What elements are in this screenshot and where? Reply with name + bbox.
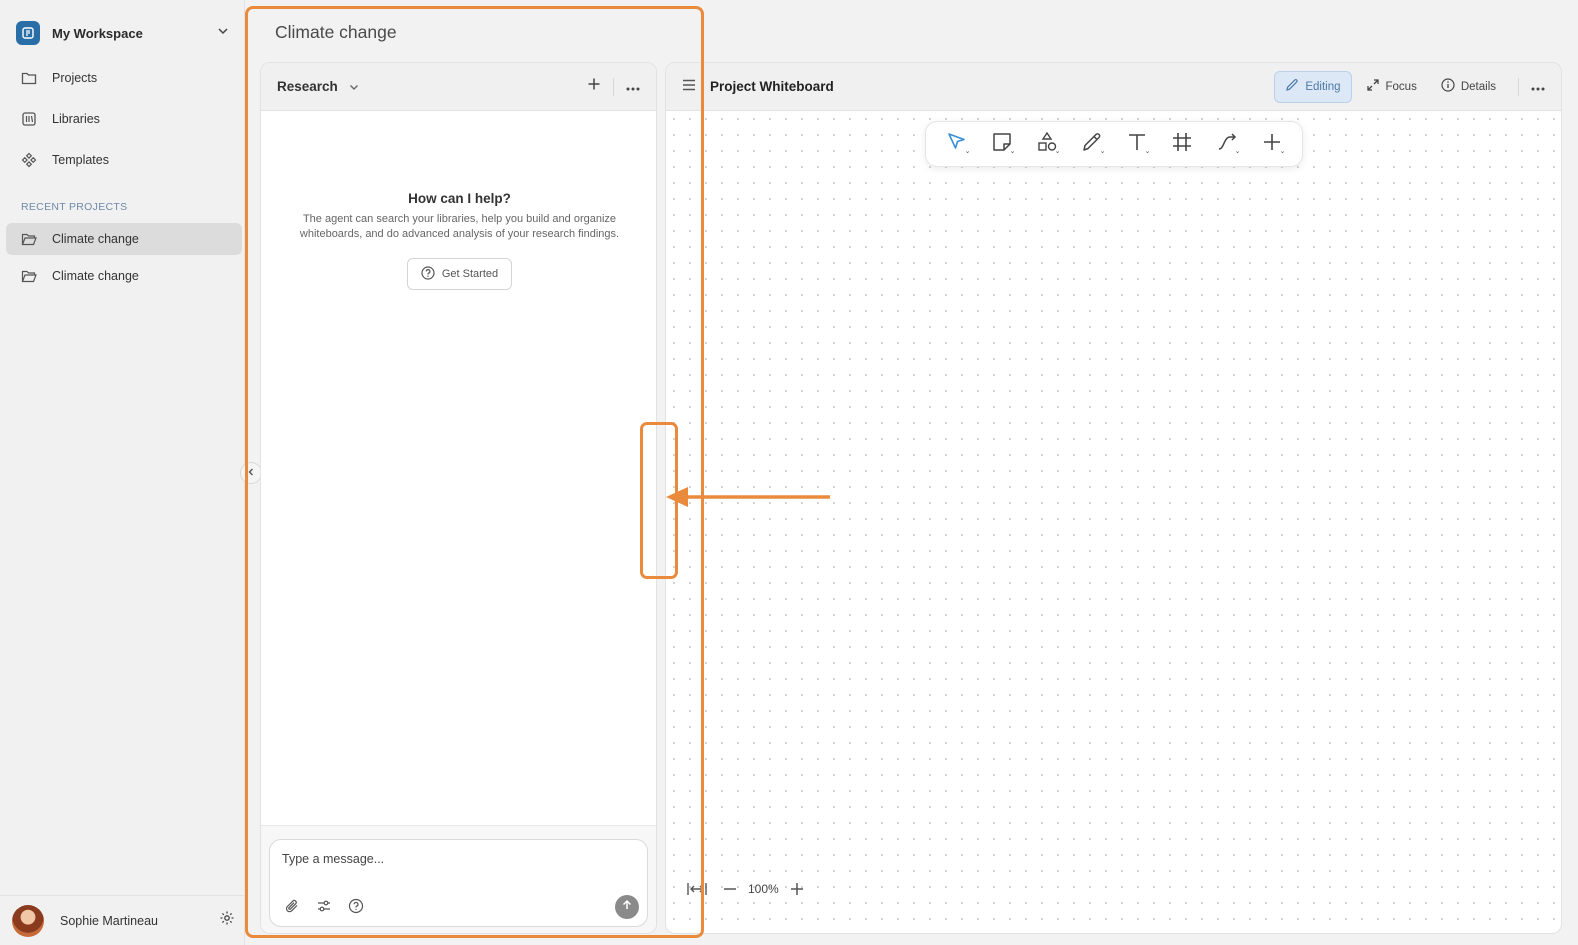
add-tool[interactable]: ⌄ — [1254, 126, 1290, 162]
whiteboard-panel: Project Whiteboard Editing Focus Details — [665, 62, 1562, 934]
zoom-in-icon[interactable] — [789, 881, 805, 897]
shapes-tool[interactable]: ⌄ — [1029, 126, 1065, 162]
research-panel: Research How can I help? The agent can s… — [260, 62, 657, 934]
chevron-down-icon[interactable] — [348, 81, 360, 93]
help-circle-icon[interactable] — [346, 896, 366, 916]
folder-open-icon — [20, 230, 38, 248]
chevron-down-icon: ⌄ — [1099, 148, 1106, 155]
details-label: Details — [1460, 80, 1496, 93]
info-icon — [1441, 78, 1455, 95]
help-description: The agent can search your libraries, hel… — [299, 213, 620, 240]
chevron-down-icon: ⌄ — [1279, 148, 1286, 155]
sidebar-item-label: Projects — [52, 71, 98, 85]
focus-button[interactable]: Focus — [1356, 71, 1427, 103]
question-circle-icon — [421, 265, 435, 283]
sidebar-item-label: Libraries — [52, 112, 100, 126]
zoom-level: 100% — [748, 882, 779, 896]
help-title: How can I help? — [408, 191, 511, 206]
text-tool[interactable]: ⌄ — [1119, 126, 1155, 162]
sidebar-item-projects[interactable]: Projects — [6, 62, 242, 94]
focus-label: Focus — [1385, 80, 1417, 93]
workspace-switcher[interactable]: My Workspace — [16, 20, 230, 46]
library-icon — [20, 110, 38, 128]
research-panel-header: Research — [261, 63, 656, 111]
message-composer — [269, 839, 648, 927]
pencil-icon — [1285, 78, 1299, 95]
chevron-down-icon: ⌄ — [964, 148, 971, 155]
whiteboard-canvas[interactable]: ⌄ ⌄ ⌄ ⌄ ⌄ ⌄ ⌄ 100% — [666, 111, 1561, 933]
chevron-down-icon: ⌄ — [1009, 148, 1016, 155]
folder-icon — [20, 69, 38, 87]
user-name: Sophie Martineau — [60, 913, 158, 928]
recent-projects-heading: RECENT PROJECTS — [21, 201, 128, 213]
folder-open-icon — [20, 267, 38, 285]
collapse-sidebar-button[interactable] — [240, 462, 262, 484]
frame-icon — [1171, 131, 1193, 158]
menu-icon[interactable] — [682, 78, 696, 96]
templates-icon — [20, 151, 38, 169]
help-block: How can I help? The agent can search you… — [261, 191, 656, 290]
chevron-down-icon: ⌄ — [1054, 148, 1061, 155]
expand-icon — [1366, 78, 1380, 95]
divider — [1518, 77, 1519, 96]
chevron-down-icon[interactable] — [216, 24, 230, 43]
page-title: Climate change — [275, 22, 397, 42]
message-input[interactable] — [282, 852, 622, 866]
editing-button[interactable]: Editing — [1274, 70, 1352, 103]
zoom-out-icon[interactable] — [722, 881, 738, 897]
avatar[interactable] — [12, 904, 44, 937]
gear-icon[interactable] — [219, 910, 235, 931]
chevron-down-icon: ⌄ — [1144, 148, 1151, 155]
select-tool[interactable]: ⌄ — [939, 126, 975, 162]
editing-label: Editing — [1305, 80, 1341, 93]
whiteboard-header: Project Whiteboard Editing Focus Details — [666, 63, 1561, 111]
chevron-down-icon: ⌄ — [1234, 148, 1241, 155]
recent-project-item[interactable]: Climate change — [6, 260, 242, 292]
composer-area — [261, 825, 656, 933]
get-started-label: Get Started — [441, 268, 499, 280]
sidebar-item-libraries[interactable]: Libraries — [6, 103, 242, 135]
fit-to-screen-icon[interactable] — [686, 881, 708, 897]
get-started-button[interactable]: Get Started — [407, 258, 512, 290]
arrow-up-icon — [621, 898, 633, 916]
sidebar-item-label: Climate change — [52, 232, 139, 246]
details-button[interactable]: Details — [1431, 71, 1506, 103]
recent-project-item[interactable]: Climate change — [6, 223, 242, 255]
connector-tool[interactable]: ⌄ — [1209, 126, 1245, 162]
more-options-icon[interactable] — [626, 78, 640, 96]
whiteboard-title: Project Whiteboard — [710, 79, 834, 94]
send-button[interactable] — [615, 895, 639, 919]
add-icon[interactable] — [587, 77, 601, 96]
research-panel-title[interactable]: Research — [277, 79, 338, 94]
frame-tool[interactable] — [1164, 126, 1200, 162]
zoom-controls: 100% — [686, 881, 805, 897]
settings-sliders-icon[interactable] — [314, 896, 334, 916]
sticky-note-tool[interactable]: ⌄ — [984, 126, 1020, 162]
user-profile[interactable]: Sophie Martineau — [0, 895, 245, 945]
paperclip-icon[interactable] — [282, 896, 302, 916]
sidebar-item-templates[interactable]: Templates — [6, 144, 242, 176]
divider — [613, 77, 614, 96]
pen-tool[interactable]: ⌄ — [1074, 126, 1110, 162]
drawing-toolbar: ⌄ ⌄ ⌄ ⌄ ⌄ ⌄ ⌄ — [925, 121, 1303, 167]
sidebar-item-label: Climate change — [52, 269, 139, 283]
workspace-logo-icon — [16, 21, 40, 45]
sidebar: My Workspace Projects Libraries Template… — [0, 0, 245, 945]
chevron-left-icon — [246, 464, 256, 482]
sidebar-item-label: Templates — [52, 153, 109, 167]
more-options-icon[interactable] — [1531, 78, 1545, 96]
workspace-name: My Workspace — [52, 25, 143, 41]
